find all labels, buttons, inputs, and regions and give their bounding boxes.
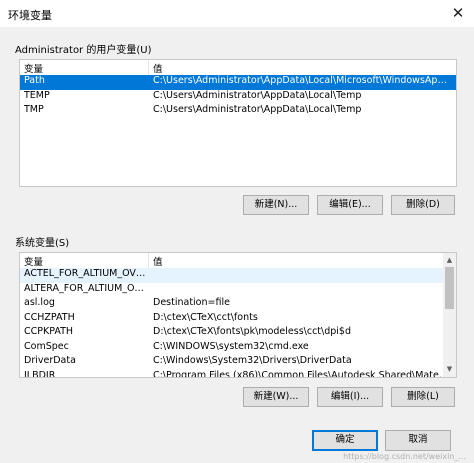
watermark: https://blog.csdn.net/weixin_...: [343, 452, 466, 461]
var-name: TMP: [24, 104, 44, 115]
var-name: ACTEL_FOR_ALTIUM_OVER...: [24, 268, 149, 279]
table-row[interactable]: CCPKPATH D:\ctex\CTeX\fonts\pk\modeless\…: [20, 326, 456, 341]
var-value: D:\ctex\CTeX\cct\fonts: [153, 311, 258, 323]
scroll-up-icon[interactable]: ▲: [443, 255, 456, 266]
var-name: DriverData: [24, 355, 76, 366]
table-row[interactable]: CCHZPATH D:\ctex\CTeX\cct\fonts: [20, 312, 456, 327]
table-row[interactable]: asl.log Destination=file: [20, 297, 456, 312]
system-new-button[interactable]: 新建(W)...: [243, 387, 309, 407]
user-vars-header: 变量 值: [20, 60, 456, 75]
var-name: Path: [24, 75, 45, 86]
var-value: C:\Users\Administrator\AppData\Local\Tem…: [153, 104, 362, 115]
table-row[interactable]: ILBDIR C:\Program Files (x86)\Common Fil…: [20, 369, 456, 378]
var-value: C:\Users\Administrator\AppData\Local\Mic…: [153, 75, 452, 86]
close-icon[interactable]: ✕: [448, 4, 468, 22]
user-vars-list[interactable]: 变量 值 Path C:\Users\Administrator\AppData…: [19, 59, 457, 187]
user-edit-button[interactable]: 编辑(E)...: [317, 195, 383, 215]
ok-button[interactable]: 确定: [312, 430, 378, 451]
system-vars-header: 变量 值: [20, 253, 456, 268]
column-header-value[interactable]: 值: [153, 254, 163, 268]
vertical-scrollbar[interactable]: ▲ ▼: [443, 253, 456, 377]
var-name: TEMP: [24, 89, 50, 101]
column-header-value[interactable]: 值: [153, 61, 163, 75]
system-vars-list[interactable]: 变量 值 ACTEL_FOR_ALTIUM_OVER... ALTERA_FOR…: [19, 252, 457, 378]
cancel-button[interactable]: 取消: [385, 430, 451, 451]
var-value: C:\Users\Administrator\AppData\Local\Tem…: [153, 89, 362, 101]
user-new-button[interactable]: 新建(N)...: [243, 195, 309, 215]
table-row[interactable]: ALTERA_FOR_ALTIUM_OVE...: [20, 283, 456, 298]
table-row[interactable]: Path C:\Users\Administrator\AppData\Loca…: [20, 75, 456, 90]
var-name: ALTERA_FOR_ALTIUM_OVE...: [24, 282, 149, 294]
var-value: C:\Windows\System32\Drivers\DriverData: [153, 355, 352, 366]
user-vars-label: Administrator 的用户变量(U): [15, 45, 152, 56]
var-name: CCHZPATH: [24, 311, 75, 323]
column-header-variable[interactable]: 变量: [24, 61, 43, 75]
var-name: CCPKPATH: [24, 326, 74, 337]
var-name: ILBDIR: [24, 369, 56, 378]
system-edit-button[interactable]: 编辑(I)...: [317, 387, 383, 407]
scroll-down-icon[interactable]: ▼: [443, 364, 456, 375]
system-vars-label: 系统变量(S): [15, 238, 70, 249]
var-name: asl.log: [24, 297, 55, 308]
var-value: C:\WINDOWS\system32\cmd.exe: [153, 340, 309, 352]
system-delete-button[interactable]: 删除(L): [391, 387, 455, 407]
table-row[interactable]: TEMP C:\Users\Administrator\AppData\Loca…: [20, 90, 456, 105]
table-row[interactable]: ACTEL_FOR_ALTIUM_OVER...: [20, 268, 456, 283]
var-value: C:\Program Files (x86)\Common Files\Auto…: [153, 369, 452, 378]
user-delete-button[interactable]: 删除(D): [391, 195, 455, 215]
var-value: D:\ctex\CTeX\fonts\pk\modeless\cct\dpi$d: [153, 326, 351, 337]
var-value: Destination=file: [153, 297, 230, 308]
table-row[interactable]: TMP C:\Users\Administrator\AppData\Local…: [20, 104, 456, 119]
window-title: 环境变量: [8, 9, 52, 22]
scroll-thumb[interactable]: [445, 267, 454, 309]
column-header-variable[interactable]: 变量: [24, 254, 43, 268]
table-row[interactable]: DriverData C:\Windows\System32\Drivers\D…: [20, 355, 456, 370]
title-bar: 环境变量 ✕: [0, 0, 474, 27]
var-name: ComSpec: [24, 340, 69, 352]
table-row[interactable]: ComSpec C:\WINDOWS\system32\cmd.exe: [20, 341, 456, 356]
